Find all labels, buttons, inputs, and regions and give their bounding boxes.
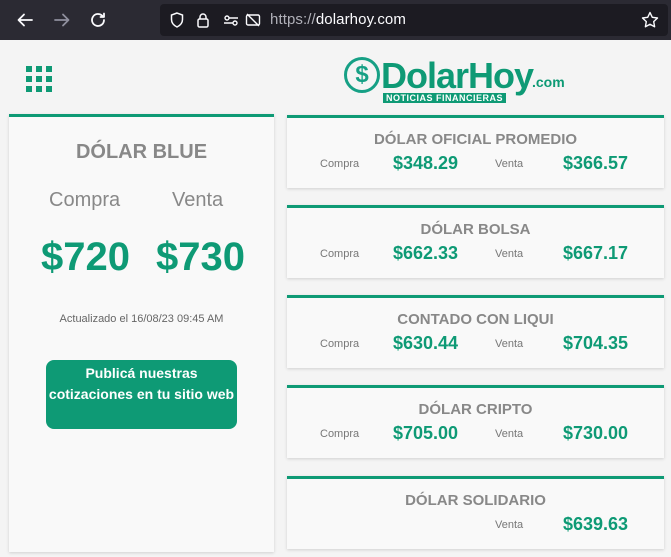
permissions-icon[interactable] [222, 11, 240, 29]
main-compra-label: Compra [49, 189, 121, 211]
rate-compra-value: $348.29 [393, 153, 459, 173]
rate-compra-label: Compra [320, 248, 360, 260]
rate-venta-value: $366.57 [563, 153, 629, 173]
url-bar[interactable]: https://dolarhoy.com [160, 4, 668, 36]
dolar-blue-card: DÓLAR BLUE Compra Venta $720 $730 Actual… [9, 114, 274, 552]
updated-timestamp: Actualizado el 16/08/23 09:45 AM [59, 313, 224, 325]
main-title: DÓLAR BLUE [75, 141, 208, 163]
forward-arrow-icon[interactable] [50, 8, 74, 32]
site-logo[interactable]: $ DolarHoy .com NOTICIAS FINANCIERAS [344, 55, 565, 105]
rate-venta-label: Venta [495, 338, 524, 350]
logo-tagline: NOTICIAS FINANCIERAS [383, 93, 507, 103]
main-compra-value: $720 [41, 235, 130, 279]
tracking-blocked-icon[interactable] [244, 11, 262, 29]
logo-word: DolarHoy [381, 55, 534, 96]
logo-suffix: .com [532, 74, 565, 90]
back-arrow-icon[interactable] [13, 8, 37, 32]
rate-title: DÓLAR OFICIAL PROMEDIO [373, 131, 578, 148]
rate-compra-value: $630.44 [393, 333, 459, 353]
rate-compra-label: Compra [320, 338, 360, 350]
rate-card-bolsa[interactable]: DÓLAR BOLSA Compra $662.33 Venta $667.17 [287, 205, 664, 278]
rate-title: CONTADO CON LIQUI [397, 311, 554, 328]
rate-compra-value: $662.33 [393, 243, 459, 263]
reload-icon[interactable] [86, 8, 110, 32]
rate-card-ccl[interactable]: CONTADO CON LIQUI Compra $630.44 Venta $… [287, 295, 664, 368]
rate-venta-value: $730.00 [563, 423, 629, 443]
shield-icon[interactable] [168, 11, 186, 29]
rate-venta-label: Venta [495, 248, 524, 260]
url-text[interactable]: https://dolarhoy.com [270, 11, 406, 28]
rate-venta-label: Venta [495, 428, 524, 440]
rate-venta-value: $667.17 [563, 243, 629, 263]
rate-title: DÓLAR CRIPTO [418, 401, 533, 418]
rate-title: DÓLAR SOLIDARIO [405, 492, 546, 509]
rate-venta-value: $639.63 [563, 514, 629, 534]
bookmark-star-icon[interactable] [640, 10, 660, 30]
rate-title: DÓLAR BOLSA [420, 221, 531, 238]
rate-venta-label: Venta [495, 158, 524, 170]
lock-icon[interactable] [194, 11, 212, 29]
browser-toolbar: https://dolarhoy.com [0, 0, 671, 40]
page-content: $ DolarHoy .com NOTICIAS FINANCIERAS DÓL… [0, 40, 671, 557]
main-venta-value: $730 [156, 235, 245, 279]
url-scheme: https:// [270, 11, 316, 28]
rate-compra-value: $705.00 [393, 423, 459, 443]
grid-menu-icon[interactable] [26, 66, 52, 92]
rate-compra-label: Compra [320, 428, 360, 440]
rate-card-cripto[interactable]: DÓLAR CRIPTO Compra $705.00 Venta $730.0… [287, 385, 664, 458]
main-venta-label: Venta [172, 189, 224, 211]
rate-venta-value: $704.35 [563, 333, 629, 353]
rate-card-oficial[interactable]: DÓLAR OFICIAL PROMEDIO Compra $348.29 Ve… [287, 115, 664, 188]
publish-rates-button[interactable]: Publicá nuestras cotizaciones en tu siti… [46, 360, 237, 429]
dollar-logo-icon: $ [344, 57, 380, 93]
rate-card-solidario[interactable]: DÓLAR SOLIDARIO Venta $639.63 [287, 476, 664, 549]
rate-venta-label: Venta [495, 519, 524, 531]
url-host: dolarhoy.com [315, 11, 406, 28]
rate-compra-label: Compra [320, 158, 360, 170]
